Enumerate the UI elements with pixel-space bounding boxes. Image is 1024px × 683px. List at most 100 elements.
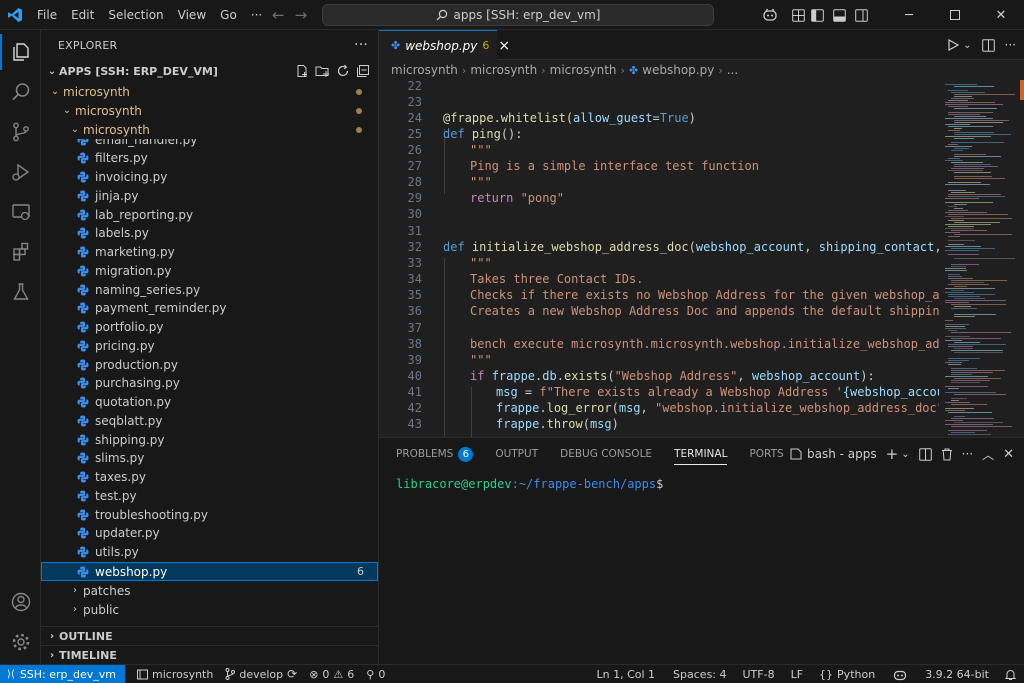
toggle-panel-icon[interactable]	[828, 0, 850, 30]
tree-file[interactable]: quotation.py	[41, 393, 378, 412]
copilot-status-icon[interactable]	[887, 665, 913, 683]
settings-gear-icon[interactable]	[0, 622, 41, 662]
maximize-panel-chevron-up-icon[interactable]: ︿	[982, 446, 994, 463]
git-branch[interactable]: develop ⟳	[219, 665, 303, 683]
remote-indicator[interactable]: ⟩⟨ SSH: erp_dev_vm	[0, 664, 126, 683]
line-endings[interactable]: LF	[785, 665, 809, 683]
indentation[interactable]: Spaces: 4	[667, 665, 732, 683]
terminal-dropdown-chevron-icon[interactable]: ⌄	[901, 449, 909, 460]
split-editor-icon[interactable]	[981, 38, 995, 52]
cursor-position[interactable]: Ln 1, Col 1	[590, 665, 661, 683]
tree-file[interactable]: taxes.py	[41, 468, 378, 487]
tab-problems[interactable]: PROBLEMS 6	[396, 438, 474, 470]
breadcrumb-item[interactable]: microsynth	[550, 63, 617, 77]
customize-layout-icon[interactable]	[790, 0, 806, 30]
tree-folder[interactable]: ⌄ microsynth	[41, 82, 378, 101]
tree-file[interactable]: portfolio.py	[41, 318, 378, 337]
breadcrumb-item[interactable]: microsynth	[470, 63, 537, 77]
breadcrumb-item[interactable]: microsynth	[391, 63, 458, 77]
panel-more-icon[interactable]: ···	[962, 447, 973, 461]
terminal-output[interactable]: libracore@erpdev:~/frappe-bench/apps$	[396, 477, 663, 491]
menu-view[interactable]: View	[171, 0, 213, 30]
new-terminal-icon[interactable]: +	[886, 445, 899, 463]
language-mode[interactable]: {} Python	[813, 665, 881, 683]
code-editor[interactable]: 22 23 24 25 26 27 28 29 30 31 32 33 34 35 36 37 38 39 40 41…	[379, 80, 939, 437]
tree-file[interactable]: invoicing.py	[41, 168, 378, 187]
tree-file[interactable]: jinja.py	[41, 186, 378, 205]
problems-summary[interactable]: ⊗ 0 ⚠ 6	[303, 665, 360, 683]
collapse-all-icon[interactable]	[356, 64, 370, 78]
tree-file[interactable]: migration.py	[41, 261, 378, 280]
breadcrumb-item[interactable]: ...	[727, 63, 738, 77]
back-arrow-icon[interactable]: ←	[272, 6, 285, 24]
tree-file[interactable]: slims.py	[41, 449, 378, 468]
terminal-selector[interactable]: bash - apps	[790, 447, 877, 461]
timeline-section[interactable]: › TIMELINE	[41, 645, 378, 664]
tree-file[interactable]: marketing.py	[41, 243, 378, 262]
notifications-bell-icon[interactable]	[999, 665, 1022, 683]
breadcrumb-item[interactable]: webshop.py	[642, 63, 714, 77]
tab-ports[interactable]: PORTS	[749, 438, 783, 470]
close-tab-icon[interactable]: ×	[498, 38, 510, 54]
outline-section[interactable]: › OUTLINE	[41, 626, 378, 645]
tree-file[interactable]: updater.py	[41, 524, 378, 543]
menu-selection[interactable]: Selection	[101, 0, 170, 30]
copilot-icon[interactable]	[750, 0, 790, 30]
tab-output[interactable]: OUTPUT	[495, 438, 538, 470]
trash-icon[interactable]	[941, 448, 953, 461]
run-python-icon[interactable]	[947, 39, 960, 51]
source-control-icon[interactable]	[0, 112, 41, 152]
encoding[interactable]: UTF-8	[737, 665, 781, 683]
vscode-logo-icon[interactable]	[0, 0, 30, 30]
tree-file[interactable]: labels.py	[41, 224, 378, 243]
remote-explorer-icon[interactable]	[0, 192, 41, 232]
tree-file[interactable]: naming_series.py	[41, 280, 378, 299]
workspace-root[interactable]: ⌄ APPS [SSH: ERP_DEV_VM]	[41, 60, 378, 82]
new-file-icon[interactable]	[295, 64, 309, 78]
split-terminal-icon[interactable]	[918, 447, 932, 461]
tab-webshop-py[interactable]: ✤ webshop.py 6 ×	[379, 30, 510, 60]
toggle-primary-sidebar-icon[interactable]	[806, 0, 828, 30]
accounts-icon[interactable]	[0, 582, 41, 622]
workspace-folder[interactable]: microsynth	[131, 665, 219, 683]
new-folder-icon[interactable]	[315, 64, 330, 78]
testing-flask-icon[interactable]	[0, 272, 41, 312]
search-icon[interactable]	[0, 72, 41, 112]
tree-file[interactable]: purchasing.py	[41, 374, 378, 393]
explorer-icon[interactable]	[0, 32, 41, 72]
tree-file[interactable]: production.py	[41, 355, 378, 374]
tree-file-selected[interactable]: webshop.py 6	[41, 562, 378, 581]
close-panel-icon[interactable]: ✕	[1003, 447, 1014, 462]
tree-folder[interactable]: › patches	[41, 581, 378, 600]
sync-icon[interactable]: ⟳	[287, 667, 297, 681]
tree-folder[interactable]: ⌄ microsynth	[41, 120, 378, 139]
command-center[interactable]: apps [SSH: erp_dev_vm]	[322, 4, 714, 26]
menu-go[interactable]: Go	[213, 0, 244, 30]
tree-file[interactable]: shipping.py	[41, 430, 378, 449]
tree-file[interactable]: filters.py	[41, 149, 378, 168]
tree-file[interactable]: email_handler.py	[41, 139, 378, 149]
tab-debug-console[interactable]: DEBUG CONSOLE	[560, 438, 652, 470]
python-interpreter[interactable]: 3.9.2 64-bit	[919, 665, 995, 683]
menu-file[interactable]: File	[30, 0, 64, 30]
tree-file[interactable]: payment_reminder.py	[41, 299, 378, 318]
minimize-icon[interactable]: ─	[886, 0, 932, 30]
menu-more[interactable]: ···	[244, 0, 269, 30]
forward-arrow-icon[interactable]: →	[295, 6, 308, 24]
tab-terminal[interactable]: TERMINAL	[674, 438, 728, 470]
minimap[interactable]	[939, 80, 1024, 437]
extensions-icon[interactable]	[0, 232, 41, 272]
close-window-icon[interactable]: ✕	[978, 0, 1024, 30]
tree-file[interactable]: lab_reporting.py	[41, 205, 378, 224]
editor-more-icon[interactable]: ···	[1005, 38, 1016, 52]
tree-file[interactable]: troubleshooting.py	[41, 505, 378, 524]
tree-file[interactable]: pricing.py	[41, 336, 378, 355]
run-dropdown-chevron-icon[interactable]: ⌄	[963, 40, 971, 51]
explorer-more-icon[interactable]: ···	[354, 37, 368, 53]
tree-folder[interactable]: ⌄ microsynth	[41, 101, 378, 120]
tree-file[interactable]: utils.py	[41, 543, 378, 562]
forwarded-ports[interactable]: ⚲ 0	[360, 665, 391, 683]
run-debug-icon[interactable]	[0, 152, 41, 192]
menu-edit[interactable]: Edit	[64, 0, 101, 30]
tree-file[interactable]: seqblatt.py	[41, 411, 378, 430]
